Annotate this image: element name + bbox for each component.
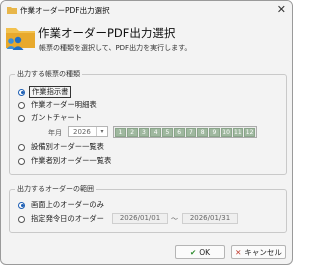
year-month-label: 年月 [48,129,62,137]
radio-button[interactable] [18,201,25,209]
chevron-down-icon[interactable]: ▾ [96,127,107,136]
radio-button[interactable] [18,215,25,223]
date-from-field[interactable]: 2026/01/01 [112,213,168,224]
window-title: 作業オーダーPDF出力選択 [20,6,110,15]
close-icon: ✕ [235,247,242,257]
dialog-window: 作業オーダーPDF出力選択 ✕ 作業オーダーPDF出力選択 帳票の種類を選択して… [0,0,293,265]
radio-worker-list[interactable]: 作業者別オーダー一覧表 [18,156,113,166]
radio-gantt-chart[interactable]: ガントチャート [18,113,84,123]
month-4[interactable]: 4 [150,128,161,137]
cancel-button[interactable]: ✕ キャンセル [231,245,286,259]
title-bar: 作業オーダーPDF出力選択 ✕ [1,1,292,21]
radio-work-instruction[interactable]: 作業指示書 [18,86,72,98]
group-legend: 出力するオーダーの範囲 [15,184,96,194]
month-3[interactable]: 3 [138,128,150,137]
page-title: 作業オーダーPDF出力選択 [38,26,176,40]
radio-label: 作業指示書 [29,86,72,98]
radio-label: ガントチャート [31,113,83,122]
radio-button[interactable] [18,88,25,96]
radio-issue-date-orders[interactable]: 指定発令日のオーダー [18,214,106,224]
group-legend: 出力する帳票の種類 [15,69,82,79]
date-to-field[interactable]: 2026/01/31 [182,213,238,224]
month-2[interactable]: 2 [126,128,138,137]
radio-label: 作業オーダー明細表 [31,100,97,109]
month-6[interactable]: 6 [173,128,185,137]
month-11[interactable]: 11 [232,128,244,137]
month-1[interactable]: 1 [115,128,126,137]
radio-order-detail[interactable]: 作業オーダー明細表 [18,100,99,110]
ok-label: OK [199,247,211,257]
page-description: 帳票の種類を選択して、PDF出力を実行します。 [39,44,192,52]
year-select[interactable]: 2026 ▾ [68,126,108,137]
order-range-group: 出力するオーダーの範囲 画面上のオーダーのみ 指定発令日のオーダー 2026/0… [9,184,287,233]
month-7[interactable]: 7 [185,128,197,137]
month-12[interactable]: 12 [244,128,255,137]
radio-button[interactable] [18,114,25,122]
cancel-label: キャンセル [244,247,282,257]
radio-button[interactable] [18,157,25,165]
checkmark-icon: ✔ [189,247,197,257]
dialog-header: 作業オーダーPDF出力選択 帳票の種類を選択して、PDF出力を実行します。 [1,21,292,59]
month-selector: 1 2 3 4 5 6 7 8 9 10 11 12 [113,126,257,138]
report-type-group: 出力する帳票の種類 作業指示書 作業オーダー明細表 ガントチャート 年月 202… [9,69,287,175]
radio-label: 画面上のオーダーのみ [31,200,104,209]
radio-button[interactable] [18,143,25,151]
radio-equipment-list[interactable]: 設備別オーダー一覧表 [18,142,106,152]
month-9[interactable]: 9 [209,128,220,137]
radio-label: 作業者別オーダー一覧表 [31,156,112,165]
radio-label: 指定発令日のオーダー [31,214,104,223]
folder-icon [7,7,17,14]
close-icon[interactable]: ✕ [277,3,286,16]
ok-button[interactable]: ✔ OK [175,245,225,259]
month-10[interactable]: 10 [220,128,232,137]
radio-button[interactable] [18,101,25,109]
date-separator: ～ [171,215,178,223]
radio-on-screen-orders[interactable]: 画面上のオーダーのみ [18,200,106,210]
radio-label: 設備別オーダー一覧表 [31,142,104,151]
year-value: 2026 [73,128,91,136]
month-5[interactable]: 5 [162,128,173,137]
folder-people-icon [6,28,35,50]
month-8[interactable]: 8 [197,128,208,137]
